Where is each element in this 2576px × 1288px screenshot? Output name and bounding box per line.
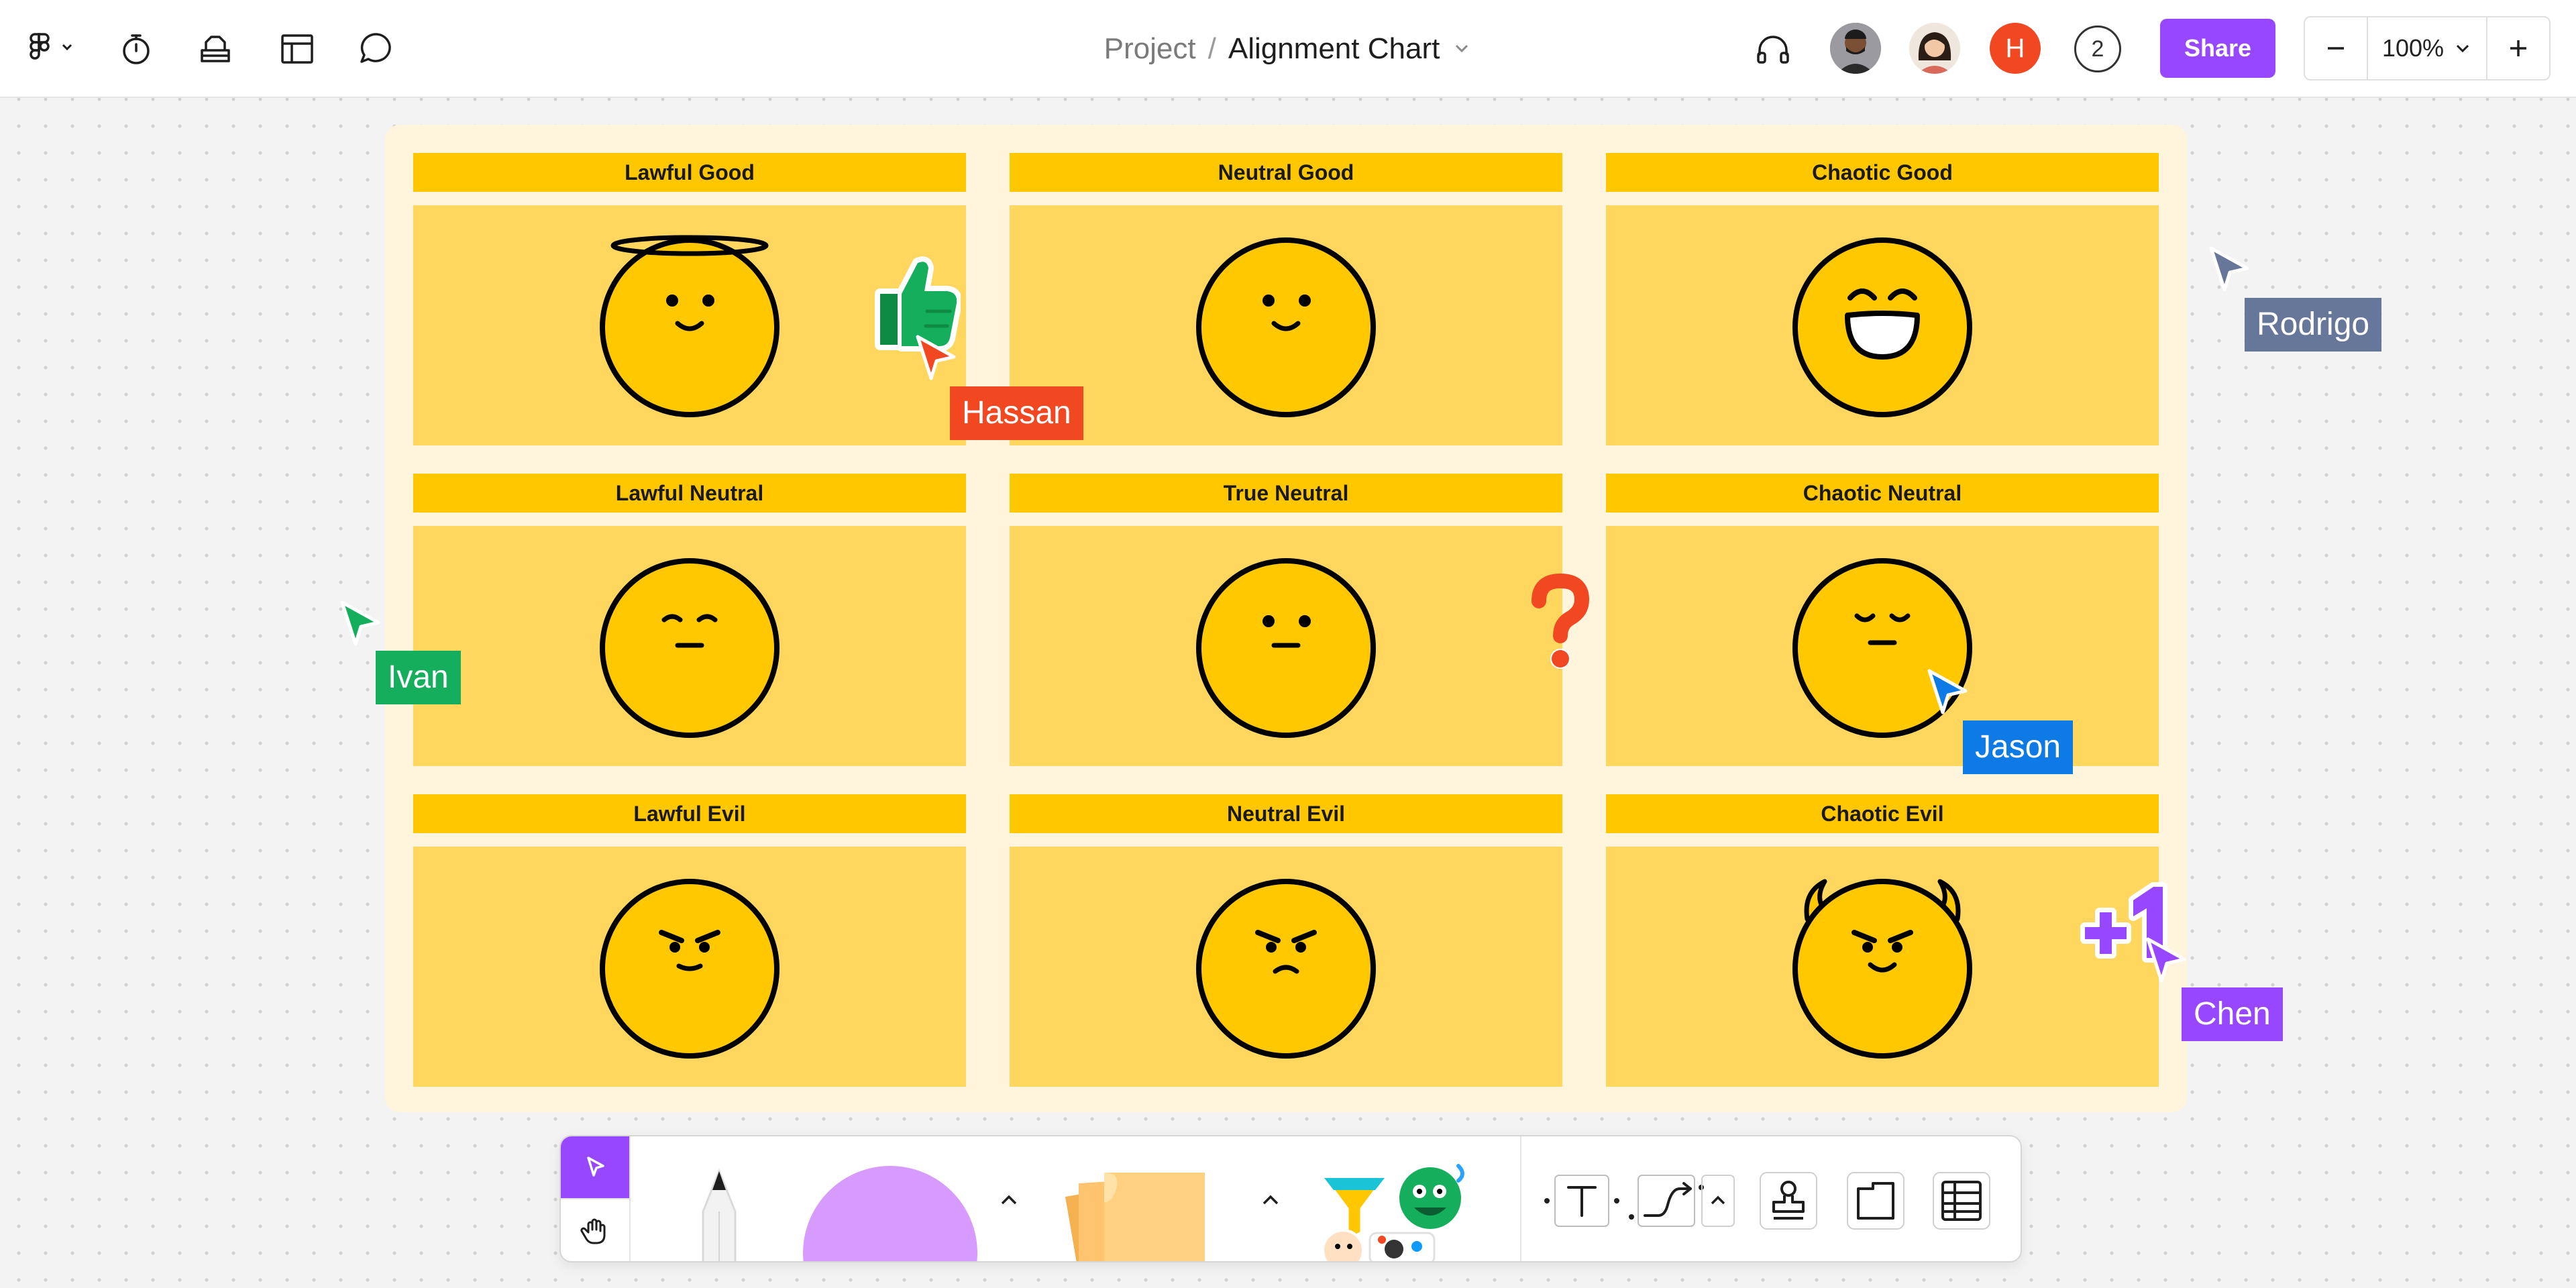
headphones-icon (1757, 36, 1789, 64)
frowning-face-icon (1196, 879, 1376, 1059)
zoom-in-button[interactable] (2487, 17, 2549, 79)
connector-options-chevron-up-icon[interactable] (1701, 1167, 1735, 1234)
cell-title-lawful-good: Lawful Good (413, 153, 966, 192)
cursor-label-ivan: Ivan (376, 651, 461, 704)
shape-tool-icon[interactable] (800, 1159, 981, 1263)
cell-title-chaotic-neutral: Chaotic Neutral (1606, 474, 2159, 513)
stickers-widgets-tool-icon[interactable] (1316, 1157, 1484, 1263)
move-tool-button[interactable] (561, 1136, 629, 1198)
top-toolbar: Project / Alignment Chart H 2 Share 100% (0, 0, 2576, 98)
alignment-chart-board[interactable]: Lawful Good Neutral Good Chaotic Good La… (385, 125, 2187, 1112)
devil-face-icon (1792, 879, 1972, 1059)
cell-title-lawful-neutral: Lawful Neutral (413, 474, 966, 513)
comment-icon (360, 33, 391, 63)
jason-cursor-icon (1927, 669, 1968, 714)
figma-logo-icon (30, 33, 72, 60)
zoom-control: 100% (2304, 16, 2551, 80)
cell-true-neutral[interactable] (1010, 526, 1562, 766)
table-tool-icon[interactable] (1928, 1169, 1995, 1233)
connector-tool-icon[interactable] (1629, 1167, 1704, 1234)
cursor-label-hassan: Hassan (950, 386, 1083, 440)
toolbar-divider (629, 1136, 631, 1261)
cursor-label-rodrigo: Rodrigo (2245, 298, 2382, 352)
cell-title-true-neutral: True Neutral (1010, 474, 1562, 513)
smiling-face-icon (1196, 237, 1376, 417)
pencil-tool-icon[interactable] (679, 1161, 759, 1263)
neutral-face-icon (1196, 558, 1376, 738)
layout-icon (281, 34, 313, 64)
zoom-out-button[interactable] (2305, 17, 2367, 79)
cell-neutral-good[interactable] (1010, 205, 1562, 445)
pointer-arrow-icon (587, 1157, 604, 1177)
person-avatar-icon (1909, 23, 1960, 74)
cell-chaotic-neutral[interactable] (1606, 526, 2159, 766)
cursor-label-jason: Jason (1963, 720, 2074, 774)
audio-chat-button[interactable] (1751, 27, 1795, 71)
cell-title-neutral-evil: Neutral Evil (1010, 794, 1562, 833)
templates-button[interactable] (275, 27, 319, 71)
bottom-toolbar (559, 1135, 2022, 1263)
cell-chaotic-good[interactable] (1606, 205, 2159, 445)
hand-icon (580, 1218, 606, 1244)
zoom-level-value: 100% (2381, 34, 2445, 62)
stamp-tool-icon[interactable] (1755, 1169, 1822, 1233)
cell-title-neutral-good: Neutral Good (1010, 153, 1562, 192)
cell-title-chaotic-good: Chaotic Good (1606, 153, 2159, 192)
ivan-cursor-icon (340, 600, 380, 646)
zoom-level-dropdown[interactable]: 100% (2367, 17, 2487, 79)
avatar-user-1[interactable] (1830, 23, 1881, 74)
comments-button[interactable] (354, 27, 398, 71)
resources-button[interactable] (193, 27, 237, 71)
share-button[interactable]: Share (2160, 19, 2275, 78)
minus-icon (2328, 47, 2344, 50)
avatar-user-h[interactable]: H (1990, 23, 2041, 74)
angry-face-icon (600, 879, 780, 1059)
cell-lawful-neutral[interactable] (413, 526, 966, 766)
hand-tool-button[interactable] (561, 1199, 629, 1261)
shape-options-chevron-up-icon[interactable] (996, 1187, 1022, 1214)
cell-title-lawful-evil: Lawful Evil (413, 794, 966, 833)
text-tool-icon[interactable] (1544, 1167, 1619, 1234)
breadcrumb-project[interactable]: Project (1104, 32, 1196, 66)
section-tool-icon[interactable] (1842, 1169, 1909, 1233)
file-menu-button[interactable] (1452, 32, 1472, 66)
sticky-options-chevron-up-icon[interactable] (1257, 1187, 1284, 1214)
cell-title-chaotic-evil: Chaotic Evil (1606, 794, 2159, 833)
timer-icon (123, 34, 150, 64)
sticky-note-tool-icon[interactable] (1038, 1157, 1226, 1263)
toolbar-divider (1520, 1136, 1521, 1261)
collaborator-count-badge[interactable]: 2 (2074, 25, 2121, 72)
rodrigo-cursor-icon (2209, 246, 2249, 292)
content-face-icon (600, 558, 780, 738)
plus-icon (2510, 40, 2526, 56)
grinning-face-icon (1792, 237, 1972, 417)
breadcrumb-separator: / (1208, 32, 1216, 65)
chevron-down-icon (1456, 44, 1468, 53)
cell-neutral-evil[interactable] (1010, 847, 1562, 1087)
timer-button[interactable] (114, 27, 158, 71)
avatar-user-2[interactable] (1909, 23, 1960, 74)
stamp-tray-icon (201, 36, 230, 62)
chen-cursor-icon (2146, 937, 2186, 983)
question-mark-sticker[interactable] (1520, 572, 1601, 674)
hassan-cursor-icon (916, 335, 956, 380)
person-avatar-icon (1830, 23, 1881, 74)
chevron-down-icon (2456, 44, 2469, 53)
halo-face-icon (600, 235, 780, 417)
cursor-label-chen: Chen (2182, 987, 2283, 1041)
main-menu-button[interactable] (20, 27, 87, 71)
cell-lawful-evil[interactable] (413, 847, 966, 1087)
file-title[interactable]: Alignment Chart (1228, 32, 1440, 66)
